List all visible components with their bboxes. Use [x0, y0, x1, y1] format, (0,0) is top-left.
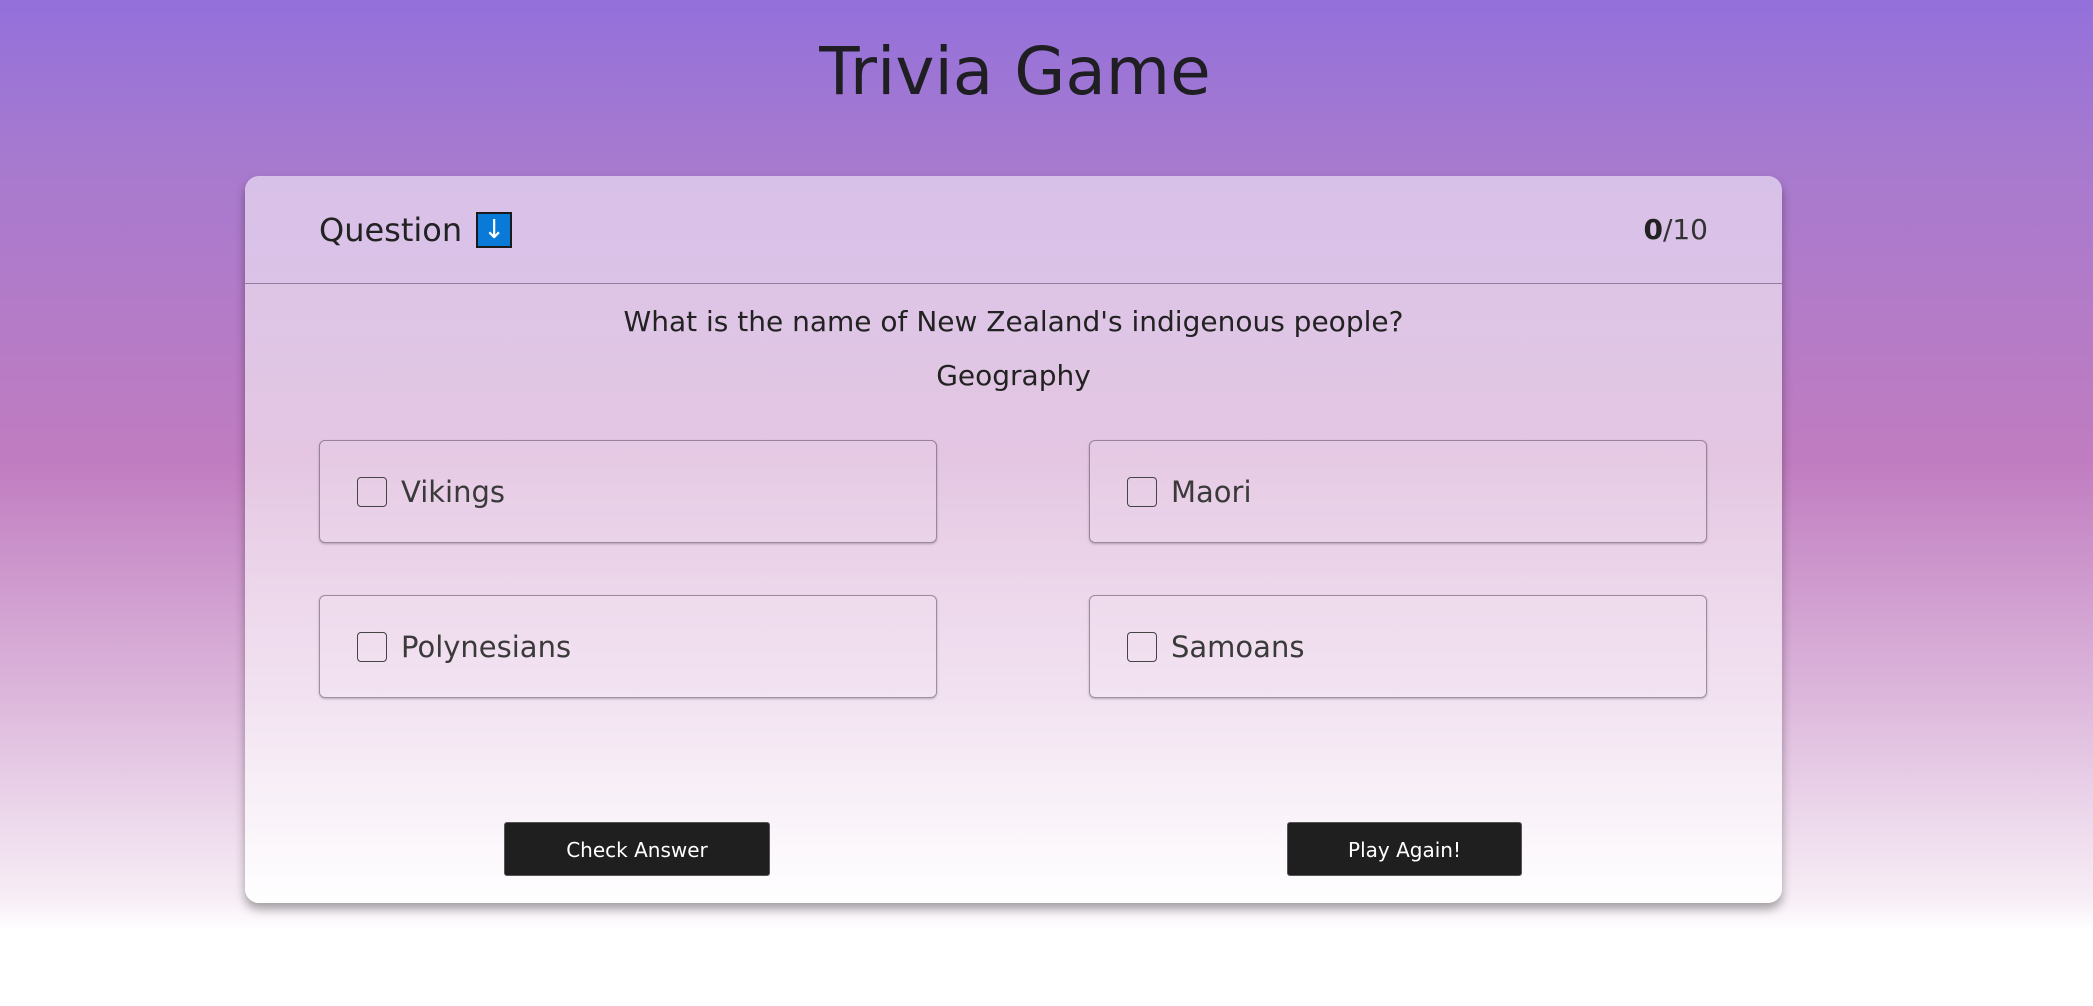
card-header: Question ↓ 0/10: [245, 176, 1782, 284]
question-category: Geography: [936, 359, 1091, 392]
answer-label: Maori: [1171, 474, 1252, 509]
answer-checkbox[interactable]: [357, 476, 387, 507]
score-total: /10: [1662, 213, 1708, 246]
answer-label: Samoans: [1171, 629, 1305, 664]
page-title: Trivia Game: [819, 33, 1211, 110]
play-again-button[interactable]: Play Again!: [1287, 822, 1522, 876]
score-correct: 0: [1643, 213, 1663, 246]
question-heading: Question ↓: [319, 208, 513, 252]
answer-checkbox[interactable]: [1127, 631, 1157, 662]
answer-option-maori[interactable]: Maori: [1089, 440, 1707, 543]
answer-label: Polynesians: [401, 629, 572, 664]
answer-label: Vikings: [401, 474, 506, 509]
down-arrow-icon: ↓: [476, 212, 513, 248]
answer-checkbox[interactable]: [357, 631, 387, 662]
question-label: Question: [319, 211, 463, 249]
answer-option-vikings[interactable]: Vikings: [319, 440, 937, 543]
score-counter: 0/10: [1643, 210, 1708, 250]
check-answer-button[interactable]: Check Answer: [504, 822, 770, 876]
question-text: What is the name of New Zealand's indige…: [623, 305, 1404, 338]
answer-option-samoans[interactable]: Samoans: [1089, 595, 1707, 698]
trivia-card: Question ↓ 0/10 What is the name of New …: [245, 176, 1782, 903]
answer-checkbox[interactable]: [1127, 476, 1157, 507]
answer-option-polynesians[interactable]: Polynesians: [319, 595, 937, 698]
